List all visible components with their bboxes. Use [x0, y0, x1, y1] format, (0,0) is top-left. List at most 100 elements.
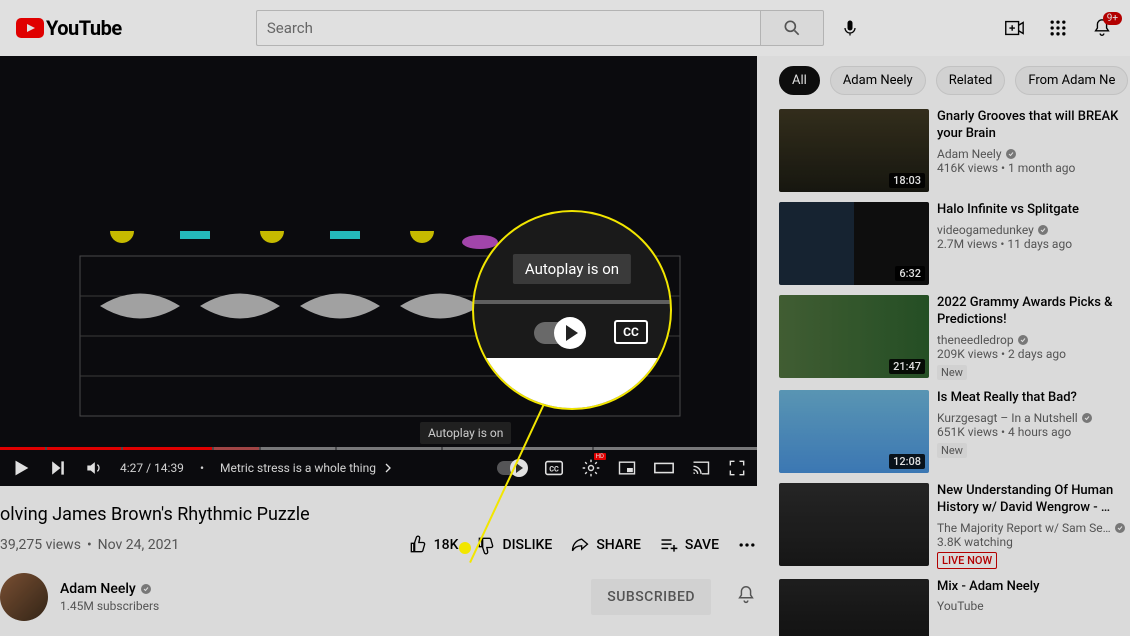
- cast-button[interactable]: [691, 458, 711, 478]
- settings-button[interactable]: HD: [581, 458, 601, 478]
- owner-row: Adam Neely 1.45M subscribers SUBSCRIBED: [0, 573, 757, 621]
- rec-title: Halo Infinite vs Splitgate: [937, 202, 1130, 219]
- filter-chips: All Adam Neely Related From Adam Ne: [779, 66, 1130, 95]
- thumbnail: 6:32: [779, 202, 929, 285]
- fullscreen-button[interactable]: [727, 458, 747, 478]
- time-sep: •: [200, 461, 204, 475]
- rec-channel: Adam Neely: [937, 147, 1130, 161]
- youtube-icon: [16, 18, 44, 38]
- subscribe-button[interactable]: SUBSCRIBED: [591, 579, 711, 615]
- share-label: SHARE: [596, 537, 641, 553]
- rec-title: New Understanding Of Human History w/ Da…: [937, 483, 1130, 517]
- verified-icon: [1037, 224, 1049, 236]
- cast-icon: [691, 458, 711, 478]
- thumbnail: 21:47: [779, 295, 929, 378]
- channel-avatar[interactable]: [0, 573, 48, 621]
- save-button[interactable]: SAVE: [659, 535, 719, 555]
- search-icon: [782, 18, 802, 38]
- apps-button[interactable]: [1046, 16, 1070, 40]
- svg-text:CC: CC: [549, 465, 559, 474]
- thumbnail: [779, 579, 929, 636]
- recommendation-item[interactable]: New Understanding Of Human History w/ Da…: [779, 483, 1130, 569]
- create-button[interactable]: [1002, 16, 1026, 40]
- subscriber-count: 1.45M subscribers: [60, 599, 159, 613]
- theater-button[interactable]: [653, 457, 675, 479]
- recommendation-item[interactable]: Mix - Adam Neely YouTube: [779, 579, 1130, 636]
- rec-channel: Kurzgesagt – In a Nutshell: [937, 411, 1130, 425]
- recommendations: 18:03 Gnarly Grooves that will BREAK you…: [779, 109, 1130, 636]
- rec-info: Gnarly Grooves that will BREAK your Brai…: [937, 109, 1130, 192]
- search-button[interactable]: [760, 10, 824, 46]
- recommendation-item[interactable]: 6:32 Halo Infinite vs Splitgate videogam…: [779, 202, 1130, 285]
- dislike-label: DISLIKE: [502, 537, 552, 553]
- playlist-add-icon: [659, 535, 679, 555]
- verified-icon: [1114, 522, 1126, 534]
- fullscreen-icon: [727, 458, 747, 478]
- recommendation-item[interactable]: 12:08 Is Meat Really that Bad? Kurzgesag…: [779, 390, 1130, 473]
- meta-sep: •: [87, 537, 92, 553]
- callout-dot: [459, 542, 471, 554]
- rec-title: Is Meat Really that Bad?: [937, 390, 1130, 407]
- next-button[interactable]: [48, 458, 68, 478]
- recommendation-item[interactable]: 21:47 2022 Grammy Awards Picks & Predict…: [779, 295, 1130, 380]
- right-column: All Adam Neely Related From Adam Ne 18:0…: [757, 56, 1130, 636]
- volume-button[interactable]: [84, 458, 104, 478]
- apps-icon: [1048, 18, 1068, 38]
- chevron-right-icon: [380, 460, 396, 476]
- voice-search-button[interactable]: [832, 10, 868, 46]
- chip-related[interactable]: Related: [936, 66, 1006, 95]
- chip-from[interactable]: From Adam Ne: [1015, 66, 1128, 95]
- live-badge: LIVE NOW: [937, 552, 997, 569]
- verified-icon: [1081, 412, 1093, 424]
- youtube-logo[interactable]: YouTube: [16, 16, 122, 40]
- chapter-button[interactable]: Metric stress is a whole thing: [220, 460, 396, 476]
- cc-icon: CC: [543, 457, 565, 479]
- notifications-button[interactable]: 9+: [1090, 16, 1114, 40]
- miniplayer-button[interactable]: [617, 458, 637, 478]
- play-button[interactable]: [10, 457, 32, 479]
- share-button[interactable]: SHARE: [570, 535, 641, 555]
- chip-all[interactable]: All: [779, 66, 820, 95]
- captions-button[interactable]: CC: [543, 457, 565, 479]
- thumbs-up-icon: [408, 535, 428, 555]
- notification-bell-button[interactable]: [735, 584, 757, 610]
- chip-channel[interactable]: Adam Neely: [830, 66, 926, 95]
- callout-cc: CC: [614, 320, 648, 344]
- meta-row: 39,275 views • Nov 24, 2021 18K DISLIKE: [0, 535, 757, 555]
- rec-meta: 416K views • 1 month ago: [937, 161, 1130, 175]
- duration-badge: 12:08: [889, 454, 925, 469]
- recommendation-item[interactable]: 18:03 Gnarly Grooves that will BREAK you…: [779, 109, 1130, 192]
- notification-badge: 9+: [1103, 12, 1122, 25]
- channel-name[interactable]: Adam Neely: [60, 581, 159, 597]
- rec-channel: YouTube: [937, 599, 1130, 613]
- theater-icon: [653, 457, 675, 479]
- rec-info: 2022 Grammy Awards Picks & Predictions! …: [937, 295, 1130, 380]
- callout-tooltip: Autoplay is on: [513, 254, 631, 284]
- autoplay-tooltip: Autoplay is on: [420, 422, 511, 444]
- thumbnail: 18:03: [779, 109, 929, 192]
- rec-channel: The Majority Report w/ Sam Se…: [937, 521, 1130, 535]
- view-count: 39,275 views: [0, 537, 81, 553]
- callout-progress: [474, 300, 670, 304]
- search-box: [256, 10, 824, 46]
- play-icon: [10, 457, 32, 479]
- duration-badge: 6:32: [895, 266, 925, 281]
- rec-info: Is Meat Really that Bad? Kurzgesagt – In…: [937, 390, 1130, 473]
- more-horizontal-icon: [737, 535, 757, 555]
- search-input[interactable]: [256, 10, 760, 46]
- more-button[interactable]: [737, 535, 757, 555]
- video-title: olving James Brown's Rhythmic Puzzle: [0, 504, 757, 525]
- logo-text: YouTube: [46, 16, 122, 40]
- rec-info: Mix - Adam Neely YouTube: [937, 579, 1130, 636]
- rec-meta: 2.7M views • 11 days ago: [937, 237, 1130, 251]
- header: YouTube 9+: [0, 0, 1130, 56]
- microphone-icon: [840, 18, 860, 38]
- rec-meta: 209K views • 2 days ago: [937, 347, 1130, 361]
- rec-meta: 3.8K watching: [937, 535, 1130, 549]
- gear-icon: [581, 458, 601, 478]
- dislike-button[interactable]: DISLIKE: [476, 535, 552, 555]
- rec-meta: 651K views • 4 hours ago: [937, 425, 1130, 439]
- new-badge: New: [937, 443, 967, 458]
- rec-channel: videogamedunkey: [937, 223, 1130, 237]
- like-button[interactable]: 18K: [408, 535, 459, 555]
